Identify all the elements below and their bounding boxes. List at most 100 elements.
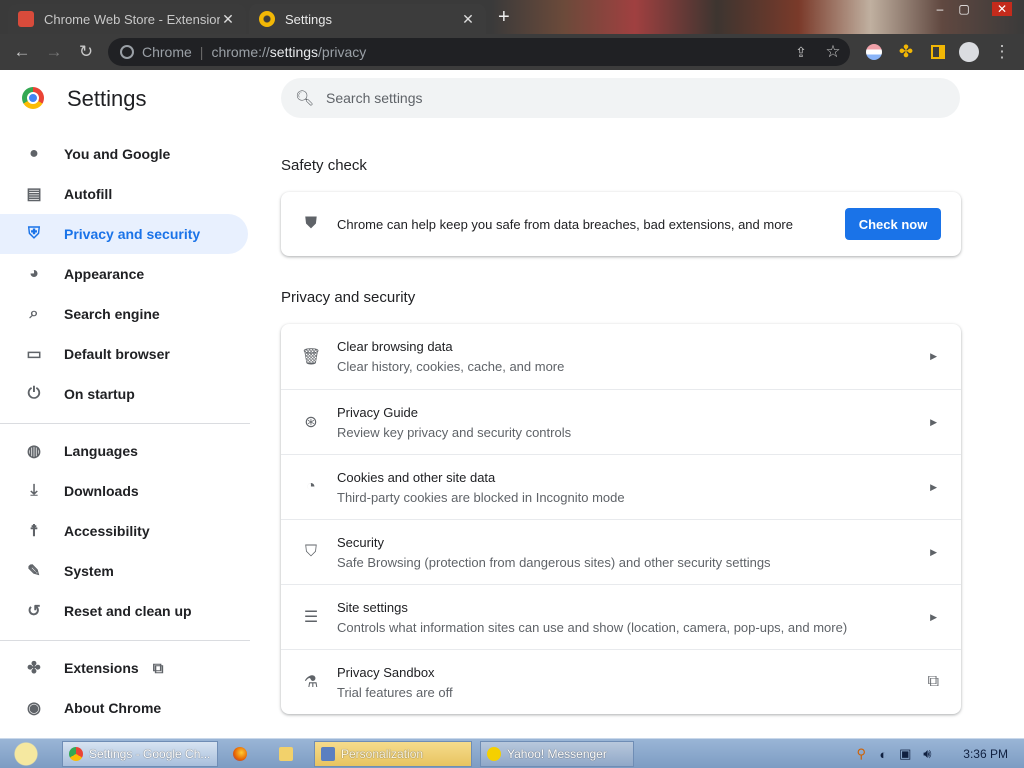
sidebar-item-default-browser[interactable]: ▭ Default browser <box>0 334 248 374</box>
cookies-row[interactable]: ◔ Cookies and other site data Third-party… <box>281 454 961 519</box>
reload-icon[interactable]: ↻ <box>76 42 96 62</box>
clear-browsing-data-row[interactable]: 🗑︎ Clear browsing data Clear history, coo… <box>281 324 961 389</box>
back-icon[interactable]: ← <box>12 42 32 62</box>
search-input[interactable] <box>326 90 906 106</box>
sidebar: ● You and Google ▤ Autofill ⛨ Privacy and s… <box>0 134 260 734</box>
search-icon: 🔍︎ <box>295 90 315 107</box>
shield-icon: ⛨ <box>27 225 40 242</box>
check-now-button[interactable]: Check now <box>845 208 941 240</box>
page-title: Settings <box>67 86 147 111</box>
sidebar-item-languages[interactable]: ◍ Languages <box>0 431 248 471</box>
tab-chrome-web-store[interactable]: Chrome Web Store - Extensions ✕ <box>8 4 246 34</box>
start-button[interactable] <box>0 739 50 768</box>
settings-gear-icon <box>259 11 275 27</box>
site-settings-row[interactable]: ☰ Site settings Controls what information… <box>281 584 961 649</box>
clipboard-icon: ▤ <box>26 186 42 203</box>
open-in-new-icon: ⧉ <box>927 673 939 690</box>
system-tray: ⚲ ◐ ▣ 🔊︎ 3:36 PM <box>836 739 1024 768</box>
safety-check-text: Chrome can help keep you safe from data … <box>337 216 793 232</box>
tab-close-icon[interactable]: ✕ <box>220 11 236 28</box>
taskbar-item-label: Settings - Google Ch... <box>89 747 211 761</box>
privacy-guide-row[interactable]: ⊛ Privacy Guide Review key privacy and se… <box>281 389 961 454</box>
privacy-sandbox-row[interactable]: ⚗ Privacy Sandbox Trial features are off … <box>281 649 961 714</box>
security-row[interactable]: ⛉ Security Safe Browsing (protection from… <box>281 519 961 584</box>
taskbar-item-firefox[interactable] <box>226 741 260 767</box>
globe-icon: ◍ <box>27 443 41 460</box>
chrome-icon <box>69 747 83 761</box>
row-subtitle: Review key privacy and security controls <box>337 424 572 440</box>
taskbar-item-folder[interactable] <box>272 741 306 767</box>
shield-half-icon: ⛉ <box>304 543 317 560</box>
sidebar-item-label: Privacy and security <box>64 226 201 242</box>
site-info-icon[interactable] <box>120 45 134 59</box>
close-window-button[interactable]: ✕ <box>992 2 1012 16</box>
sidebar-item-search-engine[interactable]: ⌕ Search engine <box>0 294 248 334</box>
tab-title: Chrome Web Store - Extensions <box>44 11 220 27</box>
menu-kebab-icon[interactable]: ⋮ <box>992 42 1012 62</box>
row-subtitle: Controls what information sites can use … <box>337 619 848 635</box>
sidebar-item-appearance[interactable]: ◕ Appearance <box>0 254 248 294</box>
address-bar[interactable]: Chrome | chrome:// settings /privacy <box>108 38 850 66</box>
sidebar-item-about-chrome[interactable]: ◉ About Chrome <box>0 688 248 728</box>
sidebar-item-label: Accessibility <box>64 523 150 539</box>
sidebar-item-downloads[interactable]: ⤓ Downloads <box>0 471 248 511</box>
sidebar-item-reset-and-clean-up[interactable]: ↺ Reset and clean up <box>0 591 248 631</box>
share-icon[interactable]: ⇪ <box>791 42 811 62</box>
flag-tray-icon[interactable]: ◐ <box>875 747 891 762</box>
volume-icon[interactable]: 🔊︎ <box>919 746 935 762</box>
sidebar-item-on-startup[interactable]: ⏻ On startup <box>0 374 248 414</box>
minimize-button[interactable]: – <box>930 2 950 16</box>
tab-settings[interactable]: Settings ✕ <box>249 4 486 34</box>
sidebar-item-label: Appearance <box>64 266 145 282</box>
web-store-icon <box>18 11 34 27</box>
safety-check-heading: Safety check <box>281 157 367 174</box>
sidebar-item-privacy-and-security[interactable]: ⛨ Privacy and security <box>0 214 248 254</box>
sidebar-item-accessibility[interactable]: ☨ Accessibility <box>0 511 248 551</box>
wrench-icon: ✎ <box>27 563 41 580</box>
network-icon[interactable]: ▣ <box>897 746 913 762</box>
puzzle-icon: ✤ <box>27 660 41 677</box>
bookmark-star-icon[interactable]: ☆ <box>823 42 843 62</box>
folder-icon <box>279 747 293 761</box>
sidebar-item-autofill[interactable]: ▤ Autofill <box>0 174 248 214</box>
sidebar-item-label: Search engine <box>64 306 160 322</box>
settings-search[interactable]: 🔍︎ <box>281 78 960 118</box>
clock[interactable]: 3:36 PM <box>963 747 1008 761</box>
extensions-puzzle-icon[interactable]: ✤ <box>896 42 916 62</box>
taskbar-item-chrome[interactable]: Settings - Google Ch... <box>62 741 218 767</box>
taskbar-item-yahoo-messenger[interactable]: Yahoo! Messenger <box>480 741 634 767</box>
trash-icon: 🗑︎ <box>301 348 322 366</box>
chevron-right-icon: ▶ <box>930 546 937 557</box>
browser-icon: ▭ <box>26 346 42 363</box>
sidebar-item-label: System <box>64 563 114 579</box>
privacy-and-security-heading: Privacy and security <box>281 289 416 306</box>
sidebar-divider <box>0 423 250 424</box>
site-label: Chrome <box>142 44 192 60</box>
sidebar-item-system[interactable]: ✎ System <box>0 551 248 591</box>
settings-header: Settings 🔍︎ <box>0 70 1024 128</box>
row-title: Cookies and other site data <box>337 469 496 485</box>
search-tray-icon[interactable]: ⚲ <box>853 746 869 762</box>
new-tab-button[interactable]: + <box>498 7 510 27</box>
forward-icon[interactable]: → <box>44 42 64 62</box>
history-icon: ↺ <box>27 603 41 620</box>
profile-avatar[interactable] <box>959 42 979 62</box>
search-icon: ⌕ <box>29 305 39 322</box>
extension-flag-icon[interactable] <box>866 44 882 60</box>
firefox-icon <box>233 747 247 761</box>
power-icon: ⏻ <box>27 385 41 402</box>
open-in-new-icon: ⧉ <box>152 659 164 677</box>
tab-close-icon[interactable]: ✕ <box>460 11 476 28</box>
shield-check-icon: ⛊ <box>304 215 317 232</box>
chevron-right-icon: ▶ <box>930 416 937 427</box>
omnibox-separator: | <box>199 44 204 60</box>
maximize-button[interactable]: ▢ <box>954 2 974 16</box>
side-panel-icon[interactable] <box>931 45 945 59</box>
sidebar-item-extensions[interactable]: ✤ Extensions ⧉ <box>0 648 248 688</box>
sidebar-item-you-and-google[interactable]: ● You and Google <box>0 134 248 174</box>
taskbar-item-personalization[interactable]: Personalization <box>314 741 472 767</box>
title-bar: Chrome Web Store - Extensions ✕ Settings… <box>0 0 1024 34</box>
yahoo-smiley-icon <box>487 747 501 761</box>
sidebar-item-label: About Chrome <box>64 700 162 716</box>
taskbar: Settings - Google Ch... Personalization … <box>0 738 1024 768</box>
